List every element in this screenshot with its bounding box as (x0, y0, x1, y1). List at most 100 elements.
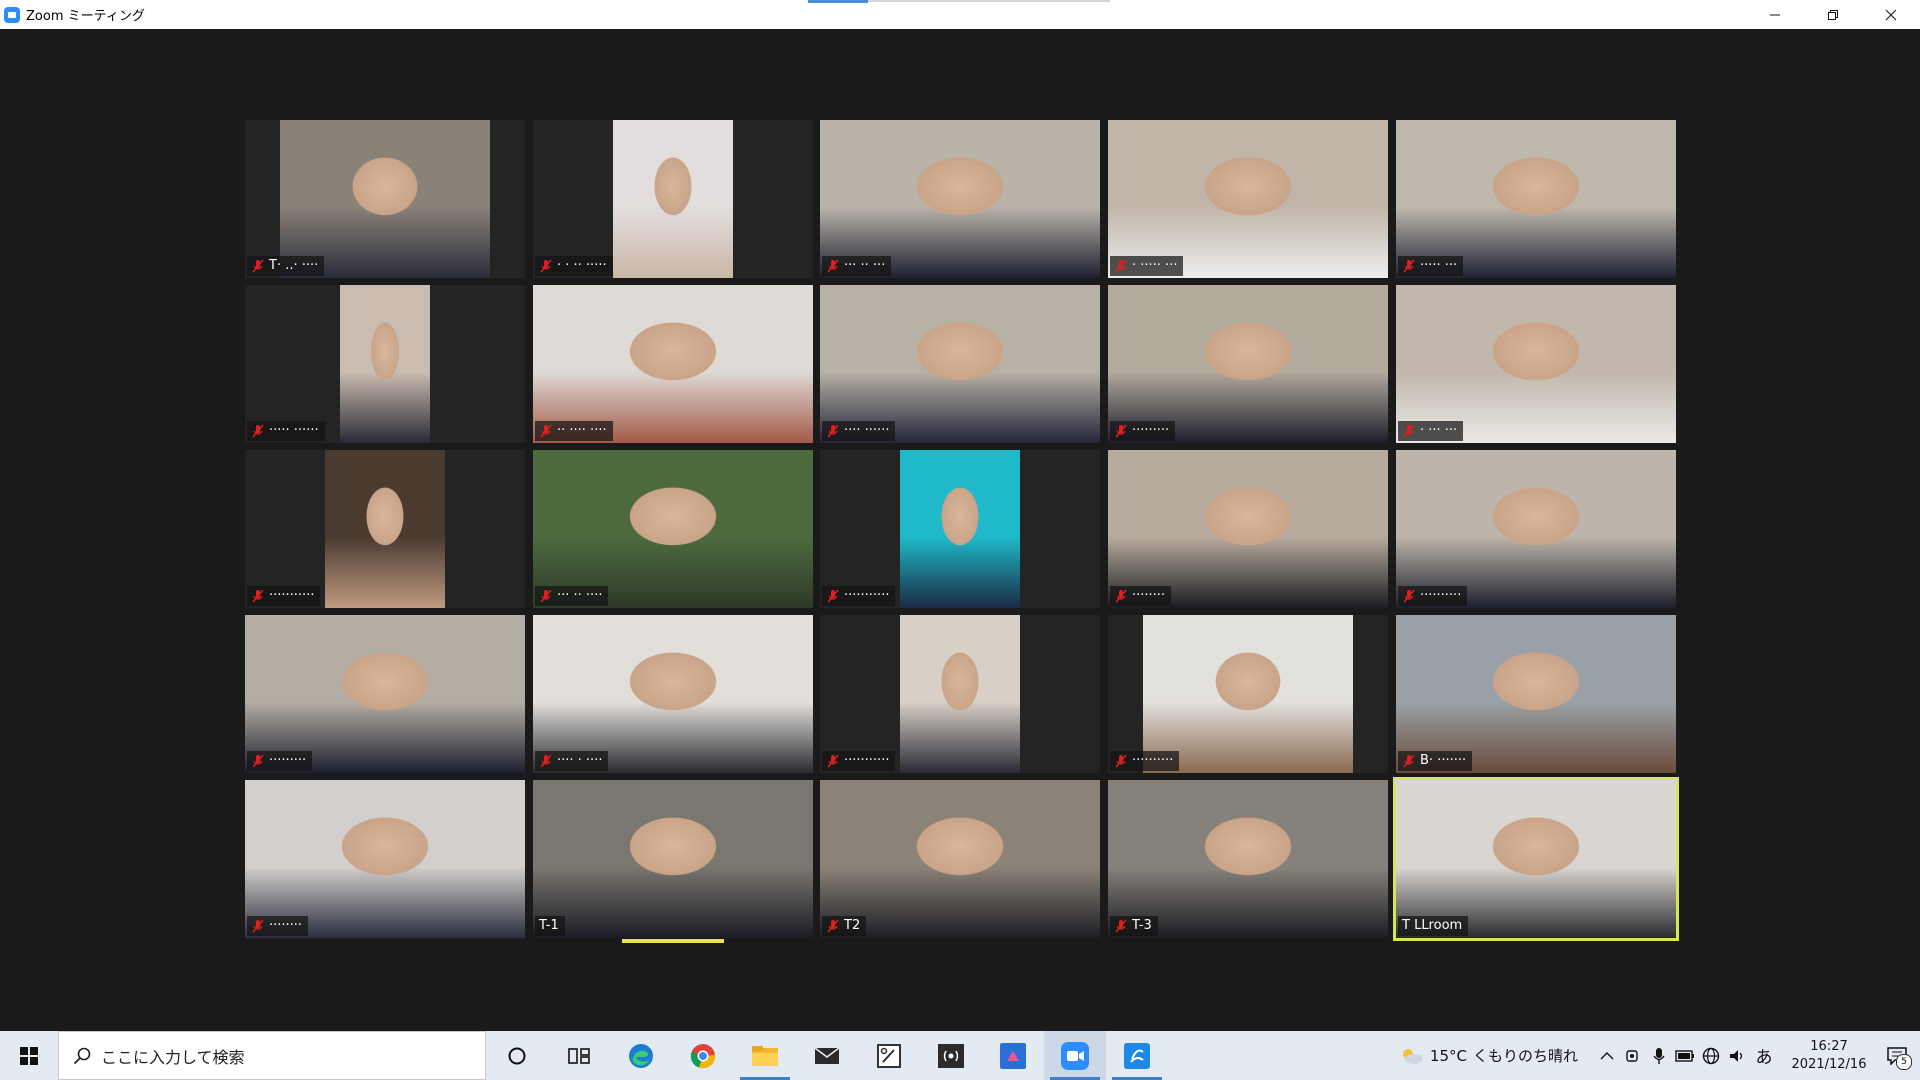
close-button[interactable] (1862, 0, 1920, 29)
participant-name-label: T-3 (1110, 916, 1158, 936)
participant-name-label: ··· ·· ···· (535, 586, 609, 606)
taskbar-apps (486, 1031, 1168, 1080)
participant-name: T-1 (539, 918, 559, 933)
zoom-taskbar-button[interactable] (1044, 1031, 1106, 1080)
participant-name: T-3 (1132, 918, 1152, 933)
progress-track (868, 0, 1110, 2)
participant-tile[interactable]: ··········· (245, 450, 525, 608)
participant-name: ········ (269, 918, 303, 933)
chrome-button[interactable] (672, 1031, 734, 1080)
task-view-button[interactable] (548, 1031, 610, 1080)
snipping-button[interactable] (858, 1031, 920, 1080)
participant-name-label: ···· ······ (822, 421, 896, 441)
participant-tile[interactable]: T-1 (533, 780, 813, 938)
participant-name-label: ····· ······ (247, 421, 325, 441)
participant-video (1108, 120, 1388, 278)
camera-tray-button[interactable] (1620, 1048, 1646, 1064)
participant-video (900, 615, 1020, 773)
broadcast-icon (938, 1043, 964, 1068)
zoom-app-icon (4, 6, 20, 23)
meeting-gallery: T· ..· ···· · · ·· ····· ··· ·· ··· · ·····… (0, 29, 1920, 1031)
participant-tile[interactable]: T2 (820, 780, 1100, 938)
participant-tile[interactable]: ··· ·· ···· (533, 450, 813, 608)
participant-video (1396, 120, 1676, 278)
participant-name: ··········· (844, 588, 890, 603)
participant-tile[interactable]: ········· (245, 615, 525, 773)
participant-name-label: T· ..· ···· (247, 256, 325, 276)
microphone-icon (1653, 1047, 1665, 1064)
weather-temp: 15°C (1429, 1046, 1467, 1065)
participant-tile[interactable]: T-3 (1108, 780, 1388, 938)
file-explorer-icon (752, 1045, 778, 1066)
tray-overflow-button[interactable] (1594, 1051, 1620, 1061)
window-title: Zoom ミーティング (26, 9, 145, 24)
participant-tile[interactable]: ·········· (1396, 450, 1676, 608)
notification-count-badge: 5 (1896, 1054, 1912, 1070)
participant-tile[interactable]: ········ (245, 780, 525, 938)
file-explorer-button[interactable] (734, 1031, 796, 1080)
windows-taskbar: ここに入力して検索 15°C くもりのち晴れ あ 16:27 2021/12/1… (0, 1031, 1920, 1080)
participant-name: · ····· ··· (1132, 258, 1178, 273)
participant-video (1143, 615, 1353, 773)
broadcast-button[interactable] (920, 1031, 982, 1080)
participant-tile[interactable]: ··· ·· ··· (820, 120, 1100, 278)
close-icon (1885, 9, 1897, 20)
participant-tile[interactable]: T· ..· ···· (245, 120, 525, 278)
participant-name: ···· · ···· (557, 753, 603, 768)
app-blue-2-button[interactable] (1106, 1031, 1168, 1080)
muted-microphone-icon (827, 424, 839, 438)
participant-name-label: ········ (1110, 586, 1172, 606)
muted-microphone-icon (827, 919, 839, 933)
start-button[interactable] (0, 1031, 58, 1080)
microphone-tray-button[interactable] (1646, 1047, 1672, 1065)
weather-widget[interactable]: 15°C くもりのち晴れ (1400, 1045, 1578, 1066)
participant-name-label: T2 (822, 916, 867, 936)
chevron-up-icon (1600, 1051, 1614, 1059)
participant-tile[interactable]: · ····· ··· (1108, 120, 1388, 278)
participant-tile[interactable]: ········ (1108, 450, 1388, 608)
muted-microphone-icon (1403, 424, 1415, 438)
cortana-button[interactable] (486, 1031, 548, 1080)
participant-video (245, 780, 525, 938)
app-blue-icon (1000, 1042, 1026, 1069)
participant-tile[interactable]: ········· (1108, 285, 1388, 443)
participant-video (340, 285, 430, 443)
muted-microphone-icon (1403, 754, 1415, 768)
participant-tile[interactable]: B· ······· (1396, 615, 1676, 773)
camera-icon (1626, 1049, 1638, 1062)
muted-microphone-icon (252, 424, 264, 438)
battery-icon (1675, 1049, 1694, 1062)
restore-button[interactable] (1804, 0, 1862, 29)
muted-microphone-icon (1403, 259, 1415, 273)
participant-tile[interactable]: T LLroom (1393, 777, 1679, 941)
participant-name-label: ··········· (247, 586, 321, 606)
ime-indicator[interactable]: あ (1750, 1043, 1778, 1068)
battery-tray-button[interactable] (1672, 1049, 1698, 1062)
participant-name: ·········· (1132, 753, 1174, 768)
taskbar-clock[interactable]: 16:27 2021/12/16 (1784, 1038, 1874, 1074)
volume-tray-button[interactable] (1724, 1048, 1750, 1064)
notification-center-button[interactable]: 5 (1874, 1031, 1920, 1080)
participant-tile[interactable]: ··········· (820, 450, 1100, 608)
participant-tile[interactable]: · · ·· ····· (533, 120, 813, 278)
participant-video (1108, 780, 1388, 938)
app-blue-button[interactable] (982, 1031, 1044, 1080)
participant-name-label: ·········· (1398, 586, 1468, 606)
participant-name-label: ···· · ···· (535, 751, 609, 771)
participant-tile[interactable]: ·········· (1108, 615, 1388, 773)
participant-tile[interactable]: ···· · ···· (533, 615, 813, 773)
participant-tile[interactable]: ····· ··· (1396, 120, 1676, 278)
participant-tile[interactable]: ···· ······ (820, 285, 1100, 443)
participant-tile[interactable]: ·· ···· ···· (533, 285, 813, 443)
participant-tile[interactable]: ··········· (820, 615, 1100, 773)
edge-button[interactable] (610, 1031, 672, 1080)
taskbar-search-box[interactable]: ここに入力して検索 (58, 1031, 486, 1080)
minimize-button[interactable] (1746, 0, 1804, 29)
participant-tile[interactable]: ····· ······ (245, 285, 525, 443)
network-tray-button[interactable] (1698, 1047, 1724, 1065)
participant-name: ··· ·· ···· (557, 588, 603, 603)
muted-microphone-icon (827, 259, 839, 273)
participant-tile[interactable]: · ··· ··· (1396, 285, 1676, 443)
mail-button[interactable] (796, 1031, 858, 1080)
participant-name: ··· ·· ··· (844, 258, 886, 273)
